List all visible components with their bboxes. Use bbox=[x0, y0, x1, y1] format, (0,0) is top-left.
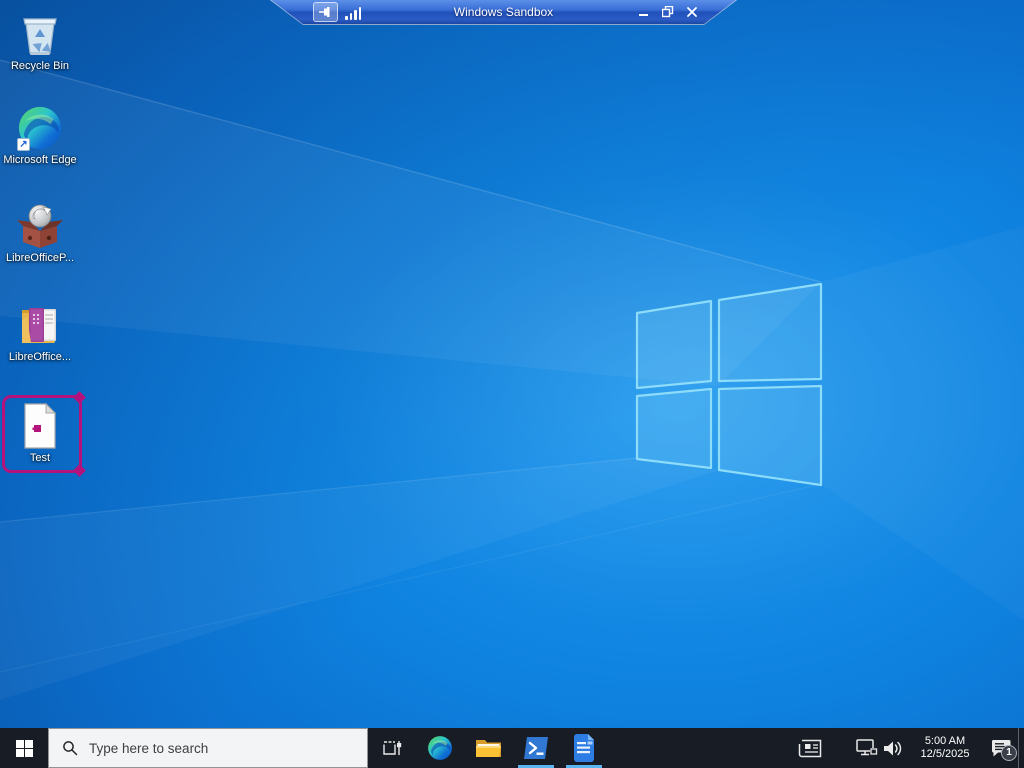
desktop-icon-test-file[interactable]: Test bbox=[0, 402, 80, 465]
desktop-wallpaper: Recycle Bin ↗ Microsoft Edge LibreOffice… bbox=[0, 0, 1024, 728]
taskbar-edge-button[interactable] bbox=[416, 728, 464, 768]
pushpin-icon bbox=[319, 6, 333, 18]
restore-icon bbox=[662, 6, 674, 18]
taskbar: Type here to search 5:00 AM 12/5/2025 1 bbox=[0, 728, 1024, 768]
taskbar-search-input[interactable]: Type here to search bbox=[48, 728, 368, 768]
icon-label: LibreOffice... bbox=[8, 351, 72, 363]
task-view-button[interactable] bbox=[368, 728, 416, 768]
taskbar-clock[interactable]: 5:00 AM 12/5/2025 bbox=[913, 735, 977, 761]
desktop-icon-microsoft-edge[interactable]: ↗ Microsoft Edge bbox=[0, 104, 80, 167]
text-document-icon bbox=[574, 734, 594, 762]
show-desktop-button[interactable] bbox=[1018, 728, 1024, 768]
notification-count-badge: 1 bbox=[1001, 745, 1017, 761]
system-tray: 5:00 AM 12/5/2025 1 bbox=[792, 728, 1024, 768]
close-icon bbox=[687, 7, 697, 17]
restore-button[interactable] bbox=[659, 3, 676, 21]
wallpaper-art bbox=[0, 0, 1024, 728]
edge-icon bbox=[427, 735, 453, 761]
desktop-icon-libreoffice-installer[interactable]: LibreOfficeP... bbox=[0, 202, 80, 265]
document-icon bbox=[24, 402, 57, 449]
ethernet-network-icon bbox=[856, 739, 878, 756]
icon-label: LibreOfficeP... bbox=[5, 252, 75, 264]
folder-icon bbox=[22, 308, 56, 343]
taskbar-document-button[interactable] bbox=[560, 728, 608, 768]
icon-label: Recycle Bin bbox=[10, 60, 70, 72]
start-button[interactable] bbox=[0, 728, 48, 768]
clock-time: 5:00 AM bbox=[924, 735, 966, 747]
search-placeholder: Type here to search bbox=[89, 740, 209, 756]
desktop-icon-libreoffice-folder[interactable]: LibreOffice... bbox=[0, 301, 80, 364]
file-explorer-icon bbox=[475, 740, 501, 757]
minimize-button[interactable] bbox=[635, 3, 652, 21]
windows-start-icon bbox=[15, 739, 33, 757]
newspaper-icon bbox=[798, 739, 822, 757]
news-and-interests-button[interactable] bbox=[792, 728, 828, 768]
icon-label: Microsoft Edge bbox=[3, 154, 77, 166]
minimize-icon bbox=[639, 7, 649, 17]
recycle-bin-icon bbox=[23, 18, 57, 55]
powershell-icon bbox=[524, 737, 548, 759]
network-status-button[interactable] bbox=[854, 728, 880, 768]
sandbox-connection-bar[interactable]: Windows Sandbox bbox=[270, 0, 737, 25]
connection-quality-icon[interactable] bbox=[345, 4, 363, 20]
action-center-button[interactable]: 1 bbox=[984, 728, 1018, 768]
clock-date: 12/5/2025 bbox=[920, 748, 970, 760]
speaker-icon bbox=[884, 741, 902, 755]
close-button[interactable] bbox=[683, 3, 700, 21]
volume-button[interactable] bbox=[880, 728, 906, 768]
installer-package-icon bbox=[17, 204, 63, 248]
desktop-icon-recycle-bin[interactable]: Recycle Bin bbox=[0, 10, 80, 73]
shortcut-arrow-icon: ↗ bbox=[17, 138, 30, 151]
search-icon bbox=[63, 741, 78, 756]
icon-label: Test bbox=[29, 452, 51, 464]
taskbar-file-explorer-button[interactable] bbox=[464, 728, 512, 768]
task-view-icon bbox=[383, 741, 402, 755]
taskbar-powershell-button[interactable] bbox=[512, 728, 560, 768]
pin-button[interactable] bbox=[313, 2, 338, 22]
